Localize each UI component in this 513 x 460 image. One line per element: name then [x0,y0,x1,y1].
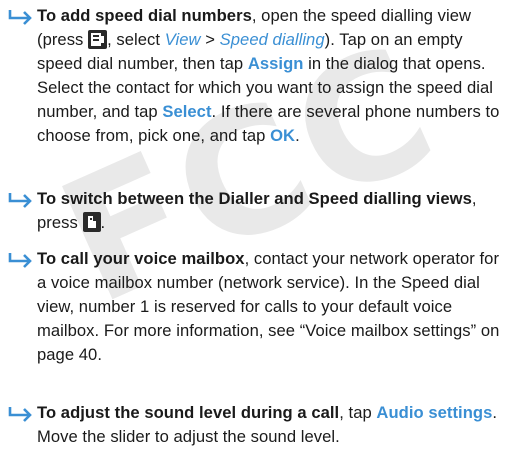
body-text: . [295,126,300,145]
body-text: > [200,30,220,49]
body-text: , select [107,30,165,49]
ui-label-select: Select [162,102,212,121]
instruction-sound-level: To adjust the sound level during a call,… [8,401,508,449]
heading-text: To call your voice mailbox [37,249,245,268]
heading-text: To adjust the sound level during a call [37,403,340,422]
ui-label-ok: OK [270,126,296,145]
ui-label-assign: Assign [247,54,304,73]
menu-key-icon [88,30,108,49]
heading-text: To add speed dial numbers [37,6,252,25]
right-arrow-icon [8,7,35,25]
right-arrow-icon [8,250,35,268]
ui-label-audio-settings: Audio settings [376,403,493,422]
instruction-voice-mailbox: To call your voice mailbox, contact your… [8,247,508,367]
menu-path-speed-dialling: Speed dialling [219,30,325,49]
right-arrow-icon [8,404,35,422]
dialler-key-icon [82,212,101,232]
body-text: , tap [339,403,377,422]
body-text: . [100,213,106,232]
right-arrow-icon [8,190,35,208]
instruction-speed-dial-add: To add speed dial numbers, open the spee… [8,4,508,148]
instruction-switch-views: To switch between the Dialler and Speed … [8,187,508,235]
heading-text: To switch between the Dialler and Speed … [37,189,472,208]
menu-path-view: View [164,30,201,49]
